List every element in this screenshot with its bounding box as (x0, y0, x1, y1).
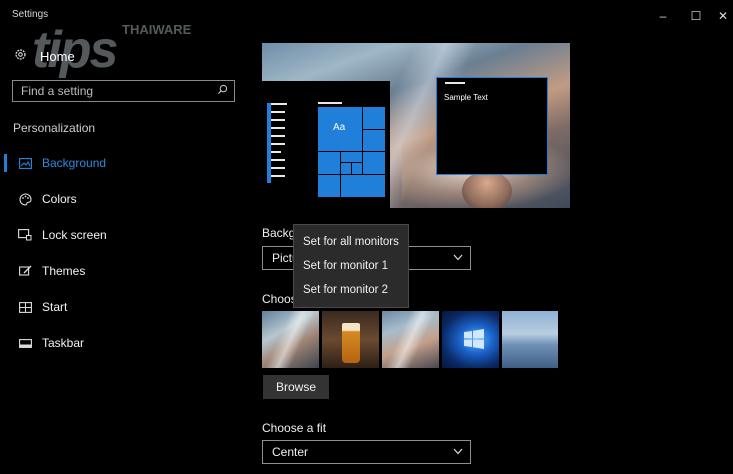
close-button[interactable]: ✕ (712, 4, 733, 28)
picture-thumbnail[interactable] (322, 311, 379, 368)
picture-thumbnail[interactable] (442, 311, 499, 368)
sidebar-item-start[interactable]: Start (0, 295, 240, 319)
sidebar-item-label: Start (42, 300, 68, 314)
sidebar-item-taskbar[interactable]: Taskbar (0, 331, 240, 355)
gear-icon (14, 48, 30, 64)
sidebar-item-label: Themes (42, 264, 86, 278)
search-input[interactable] (13, 81, 221, 101)
brush-icon (17, 264, 33, 278)
sidebar-item-label: Taskbar (42, 336, 85, 350)
watermark-subtext: THAIWARE (122, 22, 192, 37)
section-heading: Personalization (13, 121, 96, 135)
sidebar-item-themes[interactable]: Themes (0, 259, 240, 283)
sidebar-item-label: Lock screen (42, 228, 107, 242)
choose-fit-label: Choose a fit (262, 421, 327, 435)
fit-dropdown-value: Center (272, 445, 309, 459)
preview-planet (462, 171, 512, 208)
sidebar-home-label: Home (40, 48, 75, 64)
sidebar-item-label: Background (42, 156, 107, 170)
preview-window: Sample Text (436, 77, 548, 175)
background-preview: Aa Sample Text (262, 43, 570, 208)
fit-dropdown[interactable]: Center (262, 440, 471, 464)
start-grid-icon (17, 300, 33, 314)
chevron-down-icon (453, 448, 463, 455)
menu-item-set-all-monitors[interactable]: Set for all monitors (294, 231, 408, 253)
sidebar-item-label: Colors (42, 192, 77, 206)
watermark-logo: tips THAIWARE (14, 10, 192, 80)
palette-icon (17, 192, 33, 206)
preview-sample-text: Sample Text (444, 93, 488, 102)
picture-thumbnail[interactable] (262, 311, 319, 368)
browse-button[interactable]: Browse (263, 375, 329, 399)
sidebar-item-lock-screen[interactable]: Lock screen (0, 223, 240, 247)
maximize-button[interactable]: ☐ (679, 4, 713, 28)
minimize-button[interactable]: – (646, 4, 680, 28)
chevron-down-icon (453, 254, 463, 261)
sidebar-home[interactable]: Home (14, 46, 75, 66)
preview-start-menu: Aa (262, 81, 390, 208)
picture-thumbnail[interactable] (502, 311, 558, 368)
lock-screen-icon (17, 228, 33, 242)
beer-glass-image (342, 323, 360, 363)
preview-tiles: Aa (317, 106, 386, 205)
search-box[interactable] (12, 80, 235, 102)
search-icon[interactable] (217, 84, 228, 95)
windows-logo-icon (464, 329, 484, 349)
sidebar-item-colors[interactable]: Colors (0, 187, 240, 211)
choose-picture-label: Choos (262, 292, 297, 306)
taskbar-icon (17, 336, 33, 350)
preview-tile-header (318, 102, 342, 104)
preview-tile-label: Aa (333, 122, 346, 133)
context-menu: Set for all monitors Set for monitor 1 S… (293, 224, 409, 308)
menu-item-set-monitor-2[interactable]: Set for monitor 2 (294, 279, 408, 301)
sidebar-item-background[interactable]: Background (0, 151, 240, 175)
menu-item-set-monitor-1[interactable]: Set for monitor 1 (294, 255, 408, 277)
image-icon (17, 156, 33, 170)
picture-thumbnail[interactable] (382, 311, 439, 368)
